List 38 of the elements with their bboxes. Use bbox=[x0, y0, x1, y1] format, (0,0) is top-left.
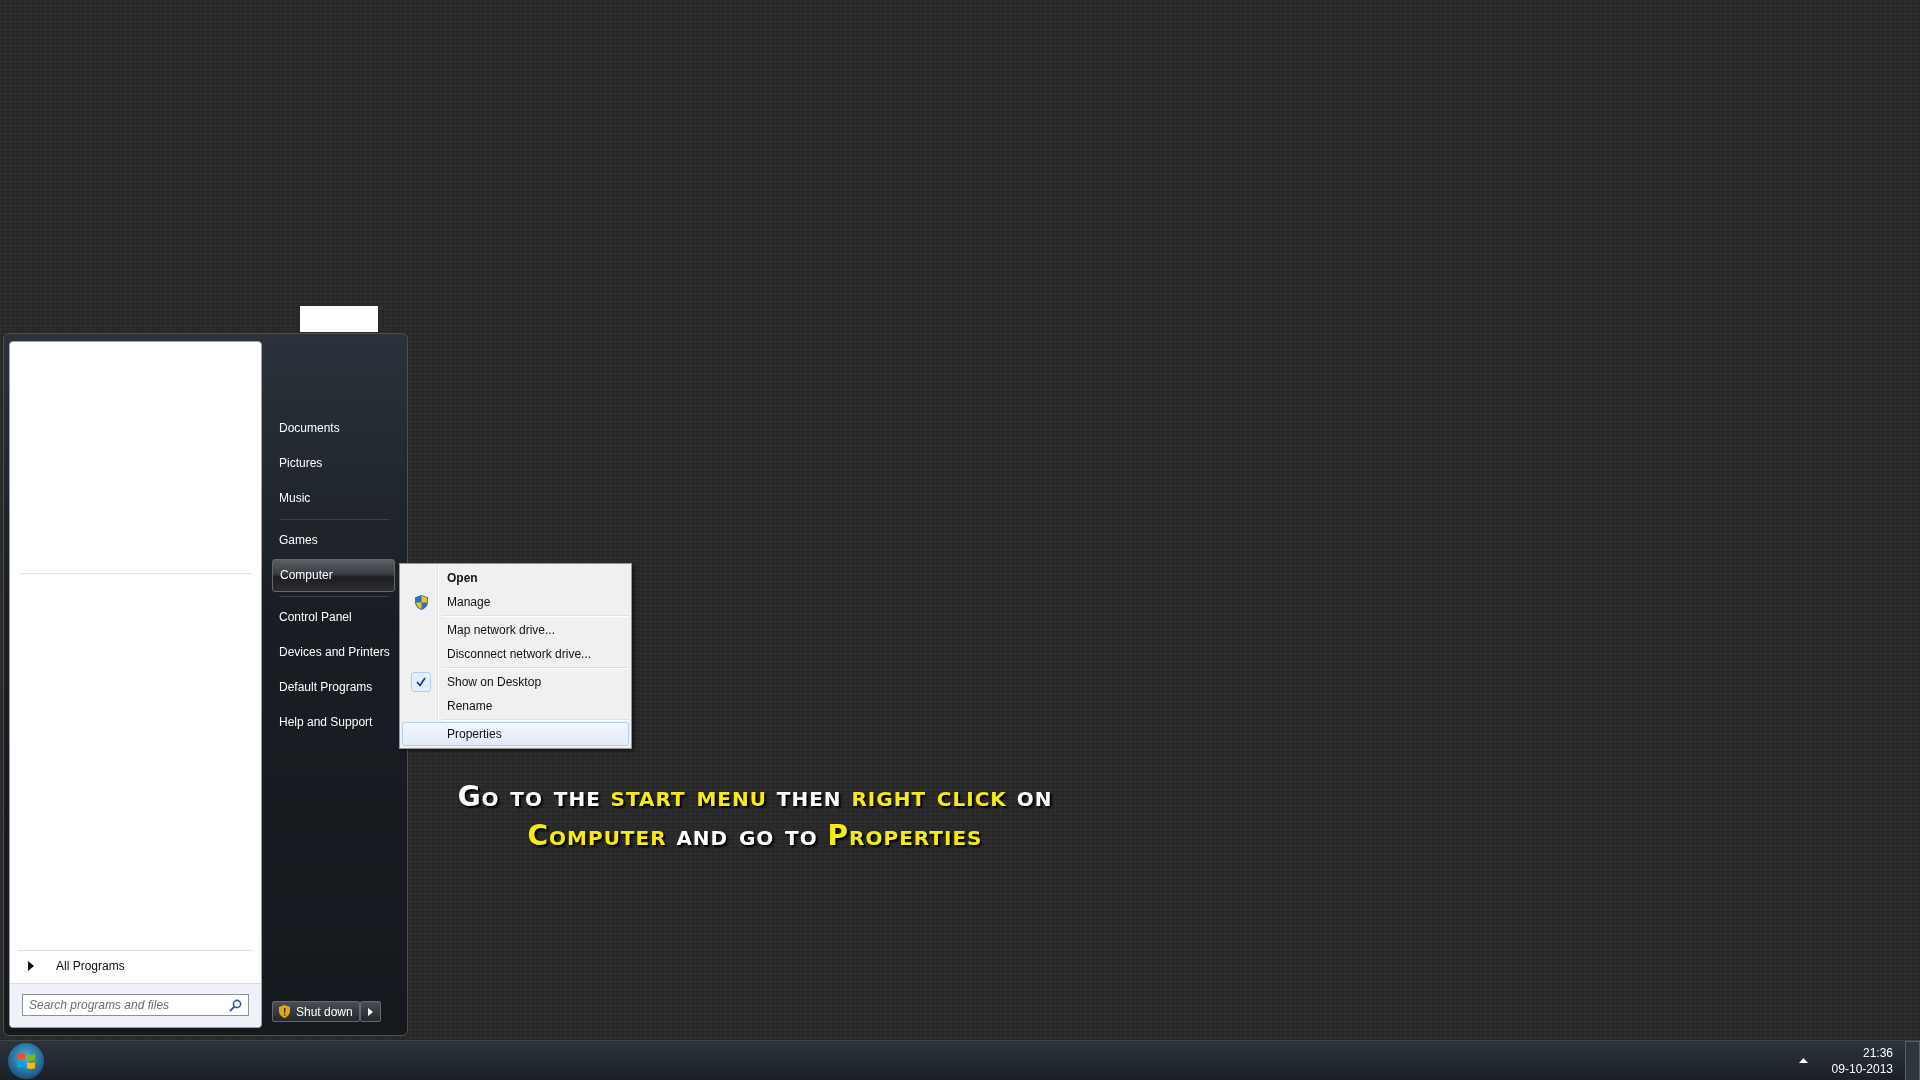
shield-icon bbox=[414, 594, 428, 610]
context-menu-item[interactable]: Open bbox=[402, 566, 629, 590]
start-button[interactable] bbox=[8, 1042, 44, 1079]
caption-text: then bbox=[776, 780, 842, 813]
caption-text: on bbox=[1016, 780, 1053, 813]
clock-date: 09-10-2013 bbox=[1831, 1060, 1893, 1077]
context-menu-item[interactable]: Properties bbox=[402, 722, 629, 746]
start-menu-item[interactable]: Help and Support bbox=[272, 705, 395, 740]
start-menu-item[interactable]: Control Panel bbox=[272, 600, 395, 635]
start-menu-item[interactable]: Music bbox=[272, 481, 395, 516]
clock[interactable]: 21:36 09-10-2013 bbox=[1831, 1044, 1893, 1077]
clock-time: 21:36 bbox=[1862, 1044, 1893, 1061]
all-programs-link[interactable]: All Programs bbox=[56, 959, 125, 973]
show-hidden-icons-icon[interactable] bbox=[1798, 1058, 1808, 1063]
shut-down-options-button[interactable] bbox=[359, 1001, 381, 1022]
context-menu-item[interactable]: Show on Desktop bbox=[402, 670, 629, 694]
context-menu-item[interactable]: Manage bbox=[402, 590, 629, 614]
shut-down-button[interactable]: Shut down bbox=[272, 1001, 360, 1022]
caption-text: right click bbox=[851, 780, 1007, 813]
start-menu-item[interactable]: Pictures bbox=[272, 446, 395, 481]
caption-text: Computer bbox=[527, 819, 667, 852]
caption-text: Properties bbox=[827, 819, 983, 852]
start-menu-item[interactable]: Computer bbox=[272, 559, 395, 592]
context-menu-item[interactable]: Map network drive... bbox=[402, 618, 629, 642]
caption-text: and go to bbox=[676, 819, 818, 852]
start-menu-item[interactable]: Devices and Printers bbox=[272, 635, 395, 670]
right-triangle-icon bbox=[367, 1007, 373, 1016]
caption-text: Go to the bbox=[457, 780, 601, 813]
start-menu-item[interactable]: Games bbox=[272, 523, 395, 558]
start-menu-item[interactable]: Default Programs bbox=[272, 670, 395, 705]
context-menu-item[interactable]: Disconnect network drive... bbox=[402, 642, 629, 666]
context-menu-item[interactable]: Rename bbox=[402, 694, 629, 718]
search-icon bbox=[229, 998, 242, 1012]
start-menu-item[interactable]: Documents bbox=[272, 411, 395, 446]
right-triangle-icon bbox=[28, 961, 34, 971]
caption-text: start menu bbox=[610, 780, 767, 813]
search-field[interactable]: Search programs and files bbox=[22, 994, 249, 1016]
shield-icon bbox=[279, 1005, 290, 1018]
